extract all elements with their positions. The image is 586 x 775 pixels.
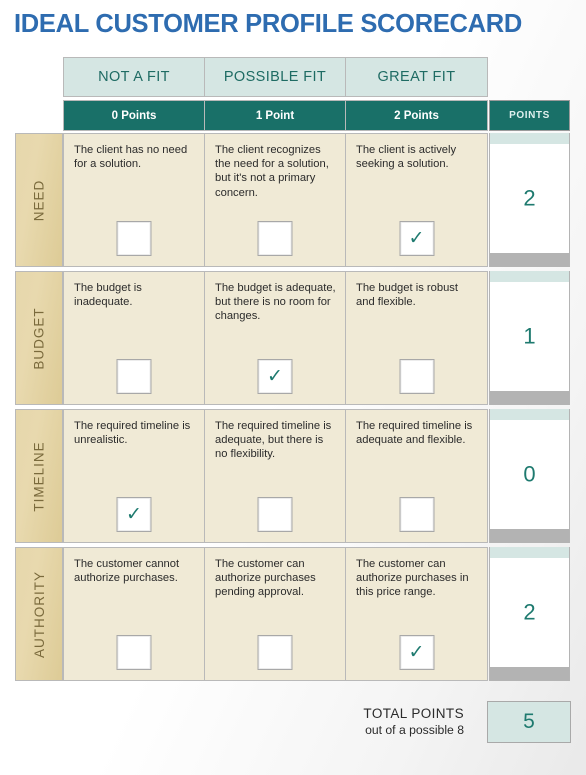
checkbox[interactable]: ✓: [257, 497, 293, 532]
row-points-cell: 1: [489, 271, 570, 405]
points-header-2: 2 Points: [345, 100, 488, 131]
criterion-text: The client has no need for a solution.: [74, 144, 188, 171]
points-cell-bottom-strip: [490, 391, 569, 405]
column-header-label: POSSIBLE FIT: [223, 69, 327, 85]
criterion-cell: The client is actively seeking a solutio…: [345, 133, 488, 267]
criterion-text: The required timeline is adequate and fl…: [356, 420, 473, 447]
total-points-value: 5: [523, 710, 535, 733]
total-points-title: TOTAL POINTS: [363, 706, 464, 721]
checkbox[interactable]: ✓: [257, 359, 293, 394]
points-header-0: 0 Points: [63, 100, 205, 131]
scorecard-table: NOT A FIT POSSIBLE FIT GREAT FIT 0 Point…: [0, 0, 586, 775]
row-points-cell: 2: [489, 133, 570, 267]
total-points-label: TOTAL POINTS out of a possible 8: [363, 705, 464, 738]
checkbox[interactable]: ✓: [116, 359, 152, 394]
points-cell-top-strip: [490, 409, 569, 420]
row-points-cell: 2: [489, 547, 570, 681]
criterion-cell: The client recognizes the need for a sol…: [204, 133, 346, 267]
criterion-cell: The client has no need for a solution. ✓: [63, 133, 205, 267]
criterion-cell: The budget is robust and flexible. ✓: [345, 271, 488, 405]
checkbox[interactable]: ✓: [116, 221, 152, 256]
checkbox[interactable]: ✓: [116, 497, 152, 532]
criterion-text: The budget is robust and flexible.: [356, 282, 458, 309]
row-points-value: 2: [523, 185, 536, 211]
checkbox[interactable]: ✓: [399, 221, 434, 256]
row-label-need: NEED: [15, 133, 63, 267]
criterion-cell: The customer can authorize purchases in …: [345, 547, 488, 681]
criterion-text: The required timeline is unrealistic.: [74, 420, 191, 447]
row-label-budget: BUDGET: [15, 271, 63, 405]
points-cell-top-strip: [490, 133, 569, 144]
criterion-text: The client is actively seeking a solutio…: [356, 144, 457, 171]
points-cell-bottom-strip: [490, 253, 569, 267]
criterion-text: The customer can authorize purchases in …: [356, 558, 469, 599]
row-label-text: NEED: [31, 179, 47, 221]
criterion-cell: The budget is inadequate. ✓: [63, 271, 205, 405]
column-header-great-fit: GREAT FIT: [345, 57, 488, 97]
criterion-text: The customer cannot authorize purchases.: [74, 558, 180, 585]
check-icon: ✓: [408, 228, 425, 249]
column-header-label: GREAT FIT: [377, 69, 456, 85]
criterion-text: The budget is inadequate.: [74, 282, 142, 309]
points-column-header: POINTS: [489, 100, 570, 131]
points-cell-top-strip: [490, 547, 569, 558]
column-header-label: NOT A FIT: [98, 69, 170, 85]
points-header-label: 0 Points: [111, 109, 157, 122]
checkbox[interactable]: ✓: [399, 359, 434, 394]
criterion-text: The required timeline is adequate, but t…: [215, 420, 332, 461]
points-header-label: 1 Point: [255, 109, 295, 122]
column-header-not-a-fit: NOT A FIT: [63, 57, 205, 97]
checkbox[interactable]: ✓: [257, 221, 293, 256]
criterion-cell: The customer can authorize purchases pen…: [204, 547, 346, 681]
points-cell-bottom-strip: [490, 667, 569, 681]
points-column-header-label: POINTS: [509, 110, 550, 121]
criterion-text: The client recognizes the need for a sol…: [215, 144, 329, 199]
row-label-text: BUDGET: [31, 306, 47, 370]
check-icon: ✓: [267, 366, 283, 387]
points-header-1: 1 Point: [204, 100, 346, 131]
criterion-cell: The required timeline is adequate and fl…: [345, 409, 488, 543]
row-points-value: 1: [523, 323, 536, 349]
criterion-text: The customer can authorize purchases pen…: [215, 558, 316, 599]
checkbox[interactable]: ✓: [257, 635, 293, 670]
criterion-cell: The required timeline is unrealistic. ✓: [63, 409, 205, 543]
check-icon: ✓: [408, 642, 425, 663]
points-cell-bottom-strip: [490, 529, 569, 543]
row-points-cell: 0: [489, 409, 570, 543]
criterion-text: The budget is adequate, but there is no …: [215, 282, 336, 323]
total-points-value-box: 5: [487, 701, 571, 743]
points-cell-top-strip: [490, 271, 569, 282]
total-points-subtitle: out of a possible 8: [365, 723, 464, 737]
checkbox[interactable]: ✓: [399, 635, 434, 670]
criterion-cell: The budget is adequate, but there is no …: [204, 271, 346, 405]
row-label-text: AUTHORITY: [31, 570, 47, 658]
criterion-cell: The customer cannot authorize purchases.…: [63, 547, 205, 681]
checkbox[interactable]: ✓: [399, 497, 434, 532]
criterion-cell: The required timeline is adequate, but t…: [204, 409, 346, 543]
checkbox[interactable]: ✓: [116, 635, 152, 670]
row-label-timeline: TIMELINE: [15, 409, 63, 543]
row-points-value: 2: [523, 599, 536, 625]
column-header-possible-fit: POSSIBLE FIT: [204, 57, 346, 97]
check-icon: ✓: [126, 504, 142, 525]
row-points-value: 0: [523, 461, 536, 487]
row-label-text: TIMELINE: [31, 440, 47, 512]
points-header-label: 2 Points: [394, 109, 439, 122]
row-label-authority: AUTHORITY: [15, 547, 63, 681]
